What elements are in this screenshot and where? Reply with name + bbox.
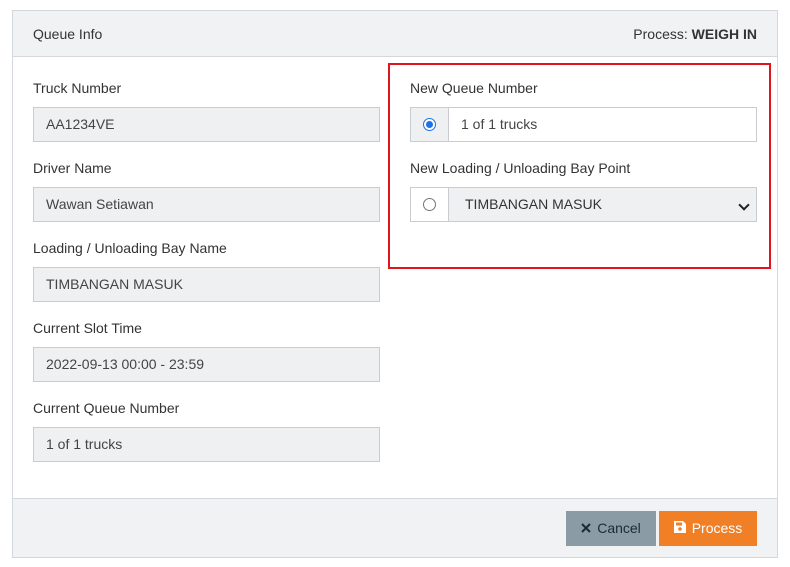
new-bay-radio-addon [411, 188, 449, 221]
new-queue-label: New Queue Number [410, 80, 538, 96]
new-queue-group: 1 of 1 trucks [410, 107, 757, 142]
new-queue-value: 1 of 1 trucks [461, 116, 538, 132]
process-prefix: Process: [633, 26, 688, 42]
driver-name-field: Wawan Setiawan [33, 187, 380, 222]
truck-number-field: AA1234VE [33, 107, 380, 142]
truck-number-label: Truck Number [33, 80, 122, 96]
card-footer: Cancel Process [13, 498, 777, 557]
card-header: Queue Info Process: WEIGH IN [13, 11, 777, 57]
close-icon [581, 511, 591, 546]
bay-name-label: Loading / Unloading Bay Name [33, 240, 227, 256]
process-button-label: Process [691, 520, 743, 536]
current-queue-label: Current Queue Number [33, 400, 180, 416]
new-queue-radio-addon [411, 108, 449, 141]
current-queue-field: 1 of 1 trucks [33, 427, 380, 462]
slot-time-label: Current Slot Time [33, 320, 142, 336]
process-info: Process: WEIGH IN [633, 26, 757, 42]
slot-time-field: 2022-09-13 00:00 - 23:59 [33, 347, 380, 382]
chevron-down-icon [738, 199, 750, 211]
bay-name-field: TIMBANGAN MASUK [33, 267, 380, 302]
process-button[interactable]: Process [659, 511, 757, 546]
save-icon [673, 511, 686, 546]
queue-info-card: Queue Info Process: WEIGH IN Truck Numbe… [12, 10, 778, 558]
new-bay-label: New Loading / Unloading Bay Point [410, 160, 631, 176]
process-value: WEIGH IN [691, 26, 757, 42]
new-bay-radio[interactable] [423, 198, 436, 211]
card-title: Queue Info [33, 26, 103, 42]
new-bay-group: TIMBANGAN MASUK [410, 187, 757, 222]
cancel-button[interactable]: Cancel [566, 511, 656, 546]
driver-name-label: Driver Name [33, 160, 112, 176]
new-bay-select-value: TIMBANGAN MASUK [465, 196, 602, 212]
cancel-button-label: Cancel [597, 520, 641, 536]
new-bay-select[interactable]: TIMBANGAN MASUK [449, 188, 756, 221]
new-queue-radio[interactable] [423, 118, 436, 131]
